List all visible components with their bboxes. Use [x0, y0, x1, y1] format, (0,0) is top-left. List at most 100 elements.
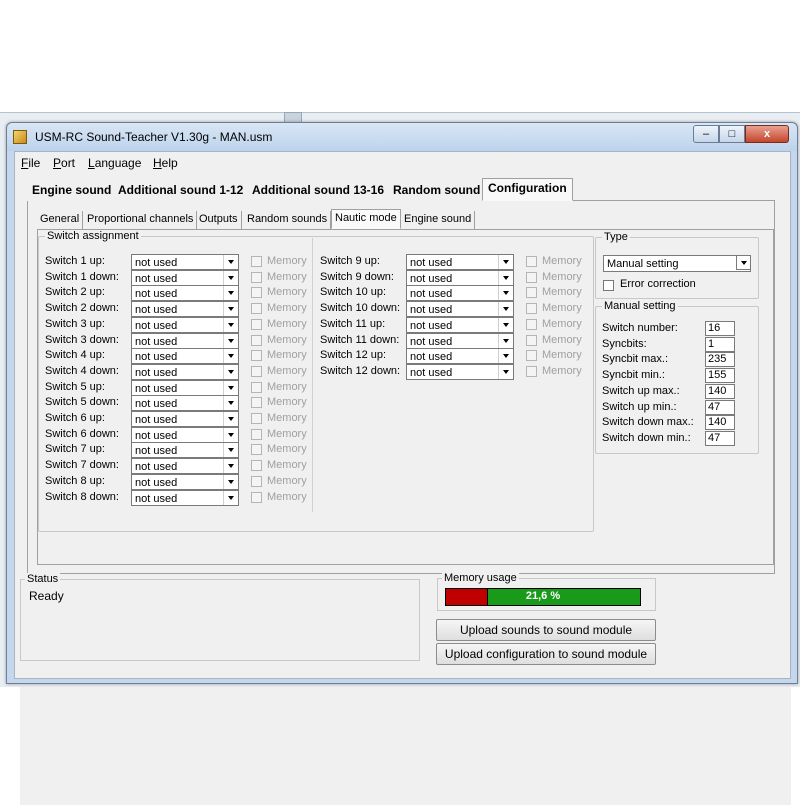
- memory-checkbox[interactable]: [526, 334, 537, 346]
- memory-checkbox[interactable]: [251, 334, 262, 346]
- subtab-nautic-mode[interactable]: Nautic mode: [331, 209, 401, 229]
- chevron-down-icon[interactable]: [498, 255, 513, 269]
- memory-checkbox[interactable]: [251, 381, 262, 393]
- subtab-general[interactable]: General: [37, 211, 84, 229]
- chevron-down-icon[interactable]: [223, 302, 238, 317]
- memory-checkbox[interactable]: [526, 271, 537, 283]
- upload-configuration-button[interactable]: Upload configuration to sound module: [436, 643, 656, 665]
- type-select[interactable]: Manual setting: [603, 255, 751, 272]
- memory-checkbox[interactable]: [251, 271, 262, 283]
- switch-sound-select[interactable]: not used: [131, 489, 239, 506]
- chevron-down-icon[interactable]: [223, 333, 238, 348]
- switch-sound-select[interactable]: not used: [406, 348, 514, 365]
- memory-checkbox[interactable]: [251, 303, 262, 315]
- tab-configuration[interactable]: Configuration: [482, 178, 573, 201]
- close-button[interactable]: x: [745, 125, 789, 143]
- chevron-down-icon[interactable]: [223, 443, 238, 458]
- switch-sound-select[interactable]: not used: [131, 348, 239, 365]
- upload-sounds-button[interactable]: Upload sounds to sound module: [436, 619, 656, 641]
- subtab-proportional-channels[interactable]: Proportional channels: [84, 211, 198, 229]
- switch-sound-select[interactable]: not used: [131, 379, 239, 396]
- memory-checkbox[interactable]: [526, 365, 537, 377]
- memory-checkbox[interactable]: [526, 303, 537, 315]
- subtab-random-sounds[interactable]: Random sounds: [244, 211, 332, 229]
- switch-sound-select[interactable]: not used: [131, 269, 239, 286]
- switch-sound-select[interactable]: not used: [406, 301, 514, 318]
- chevron-down-icon[interactable]: [223, 459, 238, 474]
- manual-setting-field[interactable]: 235: [705, 352, 735, 368]
- switch-sound-select[interactable]: not used: [131, 458, 239, 475]
- memory-checkbox[interactable]: [251, 475, 262, 487]
- chevron-down-icon[interactable]: [498, 270, 513, 285]
- manual-setting-field[interactable]: 16: [705, 321, 735, 336]
- switch-sound-select[interactable]: not used: [131, 395, 239, 412]
- menu-port[interactable]: Port: [53, 156, 75, 170]
- switch-sound-select[interactable]: not used: [406, 269, 514, 286]
- menu-file[interactable]: File: [21, 156, 40, 170]
- chevron-down-icon[interactable]: [223, 490, 238, 505]
- memory-checkbox[interactable]: [251, 491, 262, 503]
- switch-sound-select[interactable]: not used: [131, 316, 239, 333]
- chevron-down-icon[interactable]: [498, 317, 513, 332]
- maximize-button[interactable]: □: [719, 125, 745, 143]
- switch-sound-select[interactable]: not used: [406, 332, 514, 349]
- switch-sound-select[interactable]: not used: [406, 363, 514, 380]
- chevron-down-icon[interactable]: [498, 286, 513, 301]
- switch-sound-select[interactable]: not used: [131, 442, 239, 459]
- memory-checkbox[interactable]: [251, 444, 262, 456]
- error-correction-checkbox[interactable]: [603, 280, 614, 291]
- switch-sound-select[interactable]: not used: [406, 254, 514, 270]
- memory-checkbox[interactable]: [526, 350, 537, 362]
- switch-sound-select[interactable]: not used: [131, 332, 239, 349]
- title-bar[interactable]: USM-RC Sound-Teacher V1.30g - MAN.usm – …: [7, 123, 797, 151]
- memory-checkbox[interactable]: [251, 365, 262, 377]
- chevron-down-icon[interactable]: [223, 396, 238, 411]
- menu-language[interactable]: Language: [88, 156, 141, 170]
- chevron-down-icon[interactable]: [736, 255, 751, 270]
- chevron-down-icon[interactable]: [498, 349, 513, 364]
- memory-checkbox[interactable]: [251, 460, 262, 472]
- chevron-down-icon[interactable]: [223, 427, 238, 442]
- memory-checkbox[interactable]: [526, 318, 537, 330]
- chevron-down-icon[interactable]: [498, 364, 513, 379]
- switch-sound-select[interactable]: not used: [131, 285, 239, 302]
- chevron-down-icon[interactable]: [223, 412, 238, 426]
- chevron-down-icon[interactable]: [223, 286, 238, 301]
- chevron-down-icon[interactable]: [223, 364, 238, 379]
- chevron-down-icon[interactable]: [498, 333, 513, 348]
- tab-additional-sound-1-12[interactable]: Additional sound 1-12: [113, 181, 250, 201]
- subtab-outputs[interactable]: Outputs: [196, 211, 242, 229]
- chevron-down-icon[interactable]: [223, 380, 238, 395]
- memory-checkbox[interactable]: [251, 350, 262, 362]
- chevron-down-icon[interactable]: [223, 349, 238, 364]
- memory-checkbox[interactable]: [526, 256, 537, 267]
- memory-checkbox[interactable]: [251, 413, 262, 424]
- manual-setting-field[interactable]: 1: [705, 336, 735, 352]
- memory-checkbox[interactable]: [251, 287, 262, 299]
- minimize-button[interactable]: –: [693, 125, 719, 143]
- memory-checkbox[interactable]: [526, 287, 537, 299]
- switch-sound-select[interactable]: not used: [131, 411, 239, 427]
- chevron-down-icon[interactable]: [223, 474, 238, 489]
- manual-setting-field[interactable]: 47: [705, 399, 735, 415]
- subtab-engine-sound[interactable]: Engine sound: [401, 211, 476, 229]
- switch-sound-select[interactable]: not used: [131, 363, 239, 380]
- chevron-down-icon[interactable]: [223, 317, 238, 332]
- memory-checkbox[interactable]: [251, 428, 262, 440]
- switch-sound-select[interactable]: not used: [406, 285, 514, 302]
- menu-help[interactable]: Help: [153, 156, 178, 170]
- memory-checkbox[interactable]: [251, 318, 262, 330]
- chevron-down-icon[interactable]: [223, 255, 238, 269]
- switch-sound-select[interactable]: not used: [131, 426, 239, 443]
- manual-setting-field[interactable]: 47: [705, 430, 735, 446]
- switch-sound-select[interactable]: not used: [131, 254, 239, 270]
- switch-sound-select[interactable]: not used: [131, 301, 239, 318]
- memory-checkbox[interactable]: [251, 256, 262, 267]
- switch-sound-select[interactable]: not used: [131, 473, 239, 490]
- tab-engine-sound[interactable]: Engine sound: [27, 181, 118, 201]
- manual-setting-field[interactable]: 155: [705, 368, 735, 384]
- manual-setting-field[interactable]: 140: [705, 415, 735, 431]
- chevron-down-icon[interactable]: [223, 270, 238, 285]
- tab-random-sound[interactable]: Random sound: [388, 181, 487, 201]
- switch-sound-select[interactable]: not used: [406, 316, 514, 333]
